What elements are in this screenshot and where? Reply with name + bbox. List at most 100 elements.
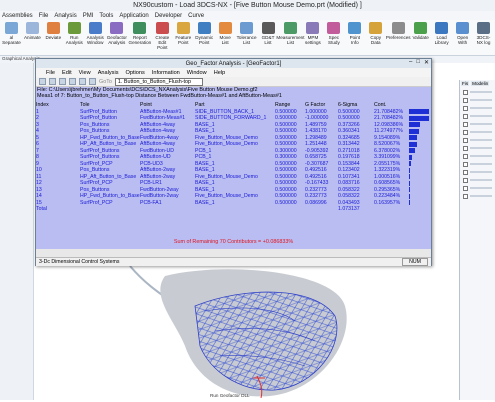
ribbon-button[interactable]: Create Edit Point: [153, 22, 172, 50]
measurement-select[interactable]: 1. Button_to_Button_Flush-top: [115, 78, 203, 86]
checkbox[interactable]: [463, 138, 468, 143]
geofactor-menu-item[interactable]: File: [46, 70, 55, 76]
geofactor-menubar: File Edit View Analysis Options Information Wi…: [36, 68, 431, 77]
menu-item[interactable]: Curve: [188, 13, 204, 19]
ribbon-button[interactable]: Measurement List: [279, 22, 301, 45]
navigator-tree-row[interactable]: [463, 129, 492, 135]
geofactor-menu-item[interactable]: Edit: [62, 70, 72, 76]
ribbon-button[interactable]: Animate: [23, 22, 42, 40]
checkbox[interactable]: [463, 154, 468, 159]
menu-item[interactable]: Application: [119, 13, 148, 19]
navigator-tree-row[interactable]: [463, 169, 492, 175]
ribbon-button[interactable]: Analysis Window: [86, 22, 105, 45]
checkbox[interactable]: [463, 130, 468, 135]
new-icon[interactable]: [39, 78, 46, 85]
navigator-tree-row[interactable]: [463, 89, 492, 95]
navigator-tree-row[interactable]: [463, 137, 492, 143]
navigator-tree-row[interactable]: [463, 177, 492, 183]
save-icon[interactable]: [59, 78, 66, 85]
geofactor-menu-item[interactable]: Information: [152, 70, 180, 76]
ribbon-button[interactable]: Deviate: [44, 22, 63, 40]
geofactor-report: File: C:\Users\jbrehmer\My Documents\DCS…: [36, 87, 431, 249]
geofactor-titlebar[interactable]: Geo_Factor Analysis - [GeoFactor1] – □ ✕: [36, 59, 431, 68]
forward-icon[interactable]: [89, 78, 96, 85]
ribbon-button[interactable]: Validate: [411, 22, 430, 40]
contribution-bar: [409, 168, 410, 173]
ribbon-button[interactable]: Copy Data: [366, 22, 385, 45]
navigator-tree-row[interactable]: [463, 105, 492, 111]
ribbon-button[interactable]: GD&T List: [259, 22, 278, 45]
horizontal-scrollbar[interactable]: [36, 249, 431, 257]
checkbox[interactable]: [463, 178, 468, 183]
checkbox[interactable]: [463, 90, 468, 95]
tree-label-placeholder: [470, 147, 492, 149]
menu-item[interactable]: Assemblies: [2, 13, 33, 19]
navigator-tree-row[interactable]: [463, 121, 492, 127]
checkbox[interactable]: [463, 146, 468, 151]
menu-item[interactable]: Tools: [99, 13, 113, 19]
checkbox[interactable]: [463, 186, 468, 191]
ribbon-button[interactable]: al Separate: [2, 22, 21, 45]
menu-item[interactable]: PMI: [83, 13, 94, 19]
navigator-tree-row[interactable]: [463, 97, 492, 103]
deviate-icon: [47, 22, 60, 34]
checkbox[interactable]: [463, 194, 468, 199]
ribbon-button[interactable]: Load Library: [432, 22, 451, 45]
ribbon-button[interactable]: Dynamic Point: [195, 22, 214, 45]
ribbon-button[interactable]: Run Analysis: [65, 22, 84, 45]
ribbon-button[interactable]: Point Info: [345, 22, 364, 45]
geofactor-menu-item[interactable]: Analysis: [98, 70, 119, 76]
contribution-bar: [409, 135, 417, 140]
empty-cell: [409, 206, 431, 213]
menu-item[interactable]: Developer: [155, 13, 182, 19]
contributors-table: Index Tole Point Part Range G Factor 6-S…: [36, 102, 431, 213]
ribbon-button[interactable]: Report Generation: [129, 22, 151, 45]
move-list-icon: [219, 22, 232, 34]
empty-cell: [374, 206, 409, 213]
navigator-tree-row[interactable]: [463, 161, 492, 167]
back-icon[interactable]: [79, 78, 86, 85]
ribbon-button[interactable]: MPM settings: [303, 22, 322, 45]
navigator-tab[interactable]: Modelin: [471, 81, 489, 86]
contribution-bar: [409, 155, 412, 160]
preferences-icon: [392, 22, 405, 34]
remaining-contributors-line: Sum of Remaining 70 Contributors = +0.08…: [36, 239, 431, 245]
checkbox[interactable]: [463, 114, 468, 119]
ribbon-button-label: Dynamic Point: [195, 35, 214, 45]
ribbon-button[interactable]: Tolerance List: [237, 22, 257, 45]
close-icon[interactable]: ✕: [424, 59, 429, 66]
navigator-tree-row[interactable]: [463, 113, 492, 119]
graphics-viewport[interactable]: [35, 266, 459, 400]
checkbox[interactable]: [463, 122, 468, 127]
navigator-tree-row[interactable]: [463, 153, 492, 159]
ribbon-button-label: Animate: [24, 35, 41, 40]
checkbox[interactable]: [463, 162, 468, 167]
ribbon-button[interactable]: Spec Study: [324, 22, 343, 45]
minimize-icon[interactable]: –: [409, 59, 412, 66]
point-info-icon: [348, 22, 361, 34]
ribbon-button[interactable]: Move List: [216, 22, 235, 45]
contribution-bar: [409, 109, 429, 114]
ribbon-button[interactable]: Preferences: [387, 22, 409, 40]
navigator-tree-row[interactable]: [463, 193, 492, 199]
navigator-tab[interactable]: Fis: [461, 81, 469, 86]
report-icon: [133, 22, 146, 34]
contribution-bar: [409, 148, 415, 153]
checkbox[interactable]: [463, 170, 468, 175]
checkbox[interactable]: [463, 106, 468, 111]
geofactor-window: Geo_Factor Analysis - [GeoFactor1] – □ ✕…: [35, 58, 432, 266]
ribbon-button[interactable]: Geofactor Analysis: [107, 22, 127, 45]
checkbox[interactable]: [463, 98, 468, 103]
geofactor-menu-item[interactable]: Help: [214, 70, 226, 76]
geofactor-menu-item[interactable]: View: [79, 70, 91, 76]
print-icon[interactable]: [69, 78, 76, 85]
navigator-tree-row[interactable]: [463, 185, 492, 191]
menu-item[interactable]: Analysis: [54, 13, 76, 19]
open-icon[interactable]: [49, 78, 56, 85]
ribbon-button[interactable]: Feature Point: [174, 22, 193, 45]
navigator-tree-row[interactable]: [463, 145, 492, 151]
geofactor-menu-item[interactable]: Options: [126, 70, 145, 76]
maximize-icon[interactable]: □: [416, 59, 420, 66]
geofactor-menu-item[interactable]: Window: [187, 70, 207, 76]
menu-item[interactable]: File: [39, 13, 49, 19]
